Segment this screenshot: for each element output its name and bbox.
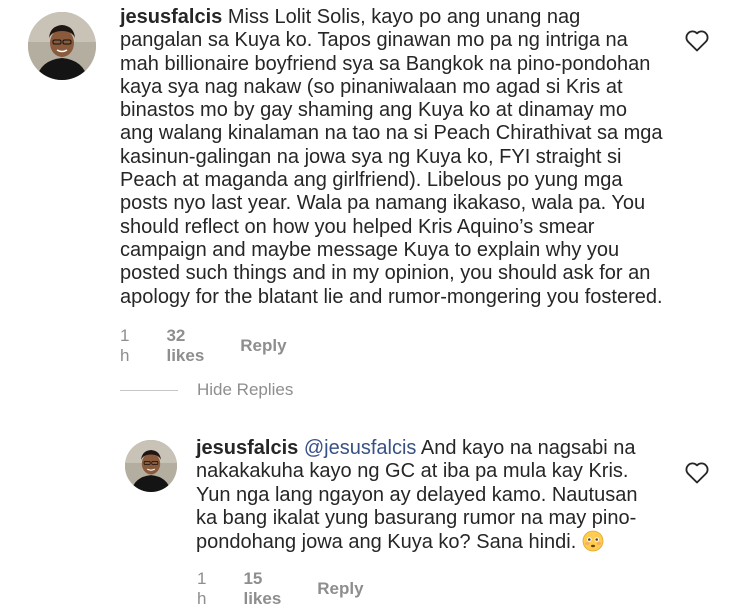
reply-text: jesusfalcis @jesusfalcis And kayo na nag… xyxy=(196,437,656,554)
avatar[interactable] xyxy=(28,12,96,80)
reply-likes-count[interactable]: 15 likes xyxy=(243,569,281,608)
reply-username[interactable]: jesusfalcis xyxy=(196,437,298,459)
profile-photo xyxy=(28,12,96,80)
heart-outline-icon[interactable] xyxy=(685,30,709,52)
comment-likes-count[interactable]: 32 likes xyxy=(166,326,204,366)
hide-replies-button[interactable]: Hide Replies xyxy=(120,380,293,400)
reply-button[interactable]: Reply xyxy=(317,579,363,599)
replies-divider-line xyxy=(120,389,178,391)
flushed-face-emoji xyxy=(582,530,604,552)
comment-text: jesusfalcis Miss Lolit Solis, kayo po an… xyxy=(120,6,665,309)
comment-username[interactable]: jesusfalcis xyxy=(120,6,222,28)
reply-meta: 1 h 15 likes Reply xyxy=(197,569,364,608)
avatar[interactable] xyxy=(125,440,177,492)
hide-replies-label: Hide Replies xyxy=(197,380,294,399)
reply-button[interactable]: Reply xyxy=(240,336,286,356)
heart-outline-icon[interactable] xyxy=(685,462,709,484)
reply-mention-link[interactable]: @jesusfalcis xyxy=(304,437,417,459)
comment-meta: 1 h 32 likes Reply xyxy=(120,326,287,366)
reply-time: 1 h xyxy=(197,569,207,608)
profile-photo xyxy=(125,440,177,492)
comment-time: 1 h xyxy=(120,326,130,365)
comment-body: Miss Lolit Solis, kayo po ang unang nag … xyxy=(120,6,663,308)
